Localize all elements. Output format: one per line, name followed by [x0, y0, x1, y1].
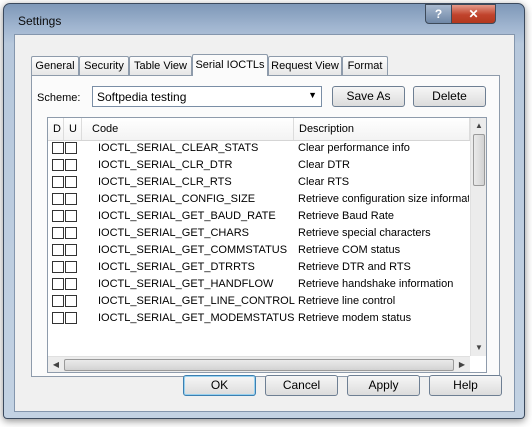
tab-format[interactable]: Format [342, 56, 388, 75]
ioctl-code: IOCTL_SERIAL_CONFIG_SIZE [98, 193, 256, 205]
ok-button[interactable]: OK [183, 375, 256, 396]
window-title: Settings [18, 14, 62, 28]
table-row[interactable]: IOCTL_SERIAL_CLEAR_STATS Clear performanc… [48, 140, 470, 157]
u-checkbox[interactable] [65, 295, 77, 307]
ioctl-code: IOCTL_SERIAL_GET_HANDFLOW [98, 278, 274, 290]
close-button[interactable]: ✕ [451, 4, 496, 24]
d-checkbox[interactable] [52, 312, 64, 324]
settings-window: Settings ? ✕ General Security Table View… [3, 3, 525, 419]
d-checkbox[interactable] [52, 193, 64, 205]
d-checkbox[interactable] [52, 159, 64, 171]
u-checkbox[interactable] [65, 142, 77, 154]
ioctl-description: Retrieve modem status [298, 312, 412, 324]
scheme-dropdown[interactable]: Softpedia testing ▼ [92, 86, 322, 107]
table-row[interactable]: IOCTL_SERIAL_GET_CHARS Retrieve special c… [48, 225, 470, 242]
table-row[interactable]: IOCTL_SERIAL_CLR_DTR Clear DTR [48, 157, 470, 174]
ioctl-description: Retrieve Baud Rate [298, 210, 394, 222]
table-row[interactable]: IOCTL_SERIAL_CONFIG_SIZE Retrieve configu… [48, 191, 470, 208]
d-checkbox[interactable] [52, 210, 64, 222]
d-checkbox[interactable] [52, 295, 64, 307]
u-checkbox[interactable] [65, 176, 77, 188]
column-header-description[interactable]: Description [294, 118, 470, 140]
delete-button[interactable]: Delete [413, 86, 486, 107]
d-checkbox[interactable] [52, 176, 64, 188]
u-checkbox[interactable] [65, 244, 77, 256]
ioctl-code: IOCTL_SERIAL_GET_DTRRTS [98, 261, 255, 273]
horizontal-scrollbar[interactable]: ◀ ▶ [48, 356, 470, 372]
u-checkbox[interactable] [65, 312, 77, 324]
table-row[interactable]: IOCTL_SERIAL_CLR_RTS Clear RTS [48, 174, 470, 191]
tab-general[interactable]: General [31, 56, 79, 75]
table-row[interactable]: IOCTL_SERIAL_GET_MODEMSTATUS Retrieve mod… [48, 310, 470, 327]
scheme-label: Scheme: [37, 92, 81, 104]
help-button[interactable]: Help [429, 375, 502, 396]
ioctl-code: IOCTL_SERIAL_GET_COMMSTATUS [98, 244, 288, 256]
tab-serial-ioctls[interactable]: Serial IOCTLs [192, 54, 268, 76]
d-checkbox[interactable] [52, 244, 64, 256]
horizontal-scroll-thumb[interactable] [64, 359, 454, 371]
ioctl-description: Retrieve COM status [298, 244, 401, 256]
column-header-code[interactable]: Code [82, 118, 294, 140]
ioctl-code: IOCTL_SERIAL_CLR_DTR [98, 159, 233, 171]
ioctl-code: IOCTL_SERIAL_GET_CHARS [98, 227, 249, 239]
scroll-up-icon[interactable]: ▲ [471, 118, 486, 134]
ioctl-description: Retrieve line control [298, 295, 396, 307]
d-checkbox[interactable] [52, 142, 64, 154]
help-title-button[interactable]: ? [425, 4, 452, 24]
tab-security[interactable]: Security [79, 56, 129, 75]
u-checkbox[interactable] [65, 159, 77, 171]
table-row[interactable]: IOCTL_SERIAL_GET_LINE_CONTROL Retrieve li… [48, 293, 470, 310]
table-row[interactable]: IOCTL_SERIAL_GET_HANDFLOW Retrieve handsh… [48, 276, 470, 293]
scheme-value: Softpedia testing [97, 90, 187, 104]
d-checkbox[interactable] [52, 261, 64, 273]
apply-button[interactable]: Apply [347, 375, 420, 396]
column-header-u[interactable]: U [64, 118, 82, 140]
ioctl-description: Retrieve handshake information [298, 278, 454, 290]
dialog-client: General Security Table View Serial IOCTL… [14, 34, 515, 412]
ioctl-description: Clear DTR [298, 159, 350, 171]
scroll-down-icon[interactable]: ▼ [471, 340, 486, 356]
table-row[interactable]: IOCTL_SERIAL_GET_BAUD_RATE Retrieve Baud … [48, 208, 470, 225]
chevron-down-icon[interactable]: ▼ [308, 90, 317, 100]
ioctl-code: IOCTL_SERIAL_CLR_RTS [98, 176, 232, 188]
table-row[interactable]: IOCTL_SERIAL_GET_DTRRTS Retrieve DTR and … [48, 259, 470, 276]
table-row[interactable]: IOCTL_SERIAL_GET_COMMSTATUS Retrieve COM … [48, 242, 470, 259]
u-checkbox[interactable] [65, 278, 77, 290]
ioctl-description: Clear performance info [298, 142, 410, 154]
ioctl-code: IOCTL_SERIAL_GET_LINE_CONTROL [98, 295, 295, 307]
column-header-d[interactable]: D [48, 118, 64, 140]
scroll-left-icon[interactable]: ◀ [48, 357, 64, 372]
d-checkbox[interactable] [52, 227, 64, 239]
u-checkbox[interactable] [65, 227, 77, 239]
ioctl-description: Retrieve DTR and RTS [298, 261, 411, 273]
ioctl-code: IOCTL_SERIAL_GET_BAUD_RATE [98, 210, 276, 222]
ioctl-description: Retrieve special characters [298, 227, 431, 239]
d-checkbox[interactable] [52, 278, 64, 290]
ioctl-code: IOCTL_SERIAL_GET_MODEMSTATUS [98, 312, 295, 324]
save-as-button[interactable]: Save As [332, 86, 405, 107]
ioctl-description: Retrieve configuration size information [298, 193, 469, 205]
list-header: D U Code Description [48, 118, 470, 141]
tab-table-view[interactable]: Table View [129, 56, 192, 75]
tab-request-view[interactable]: Request View [268, 56, 342, 75]
cancel-button[interactable]: Cancel [265, 375, 338, 396]
scroll-right-icon[interactable]: ▶ [454, 357, 470, 372]
u-checkbox[interactable] [65, 210, 77, 222]
vertical-scrollbar[interactable]: ▲ ▼ [470, 118, 486, 356]
u-checkbox[interactable] [65, 193, 77, 205]
vertical-scroll-thumb[interactable] [473, 134, 485, 186]
u-checkbox[interactable] [65, 261, 77, 273]
title-bar[interactable]: Settings ? ✕ [4, 4, 524, 36]
ioctl-description: Clear RTS [298, 176, 350, 188]
ioctl-code: IOCTL_SERIAL_CLEAR_STATS [98, 142, 259, 154]
ioctl-list: D U Code Description IOCTL_SERIAL_CLEAR_… [47, 117, 487, 373]
